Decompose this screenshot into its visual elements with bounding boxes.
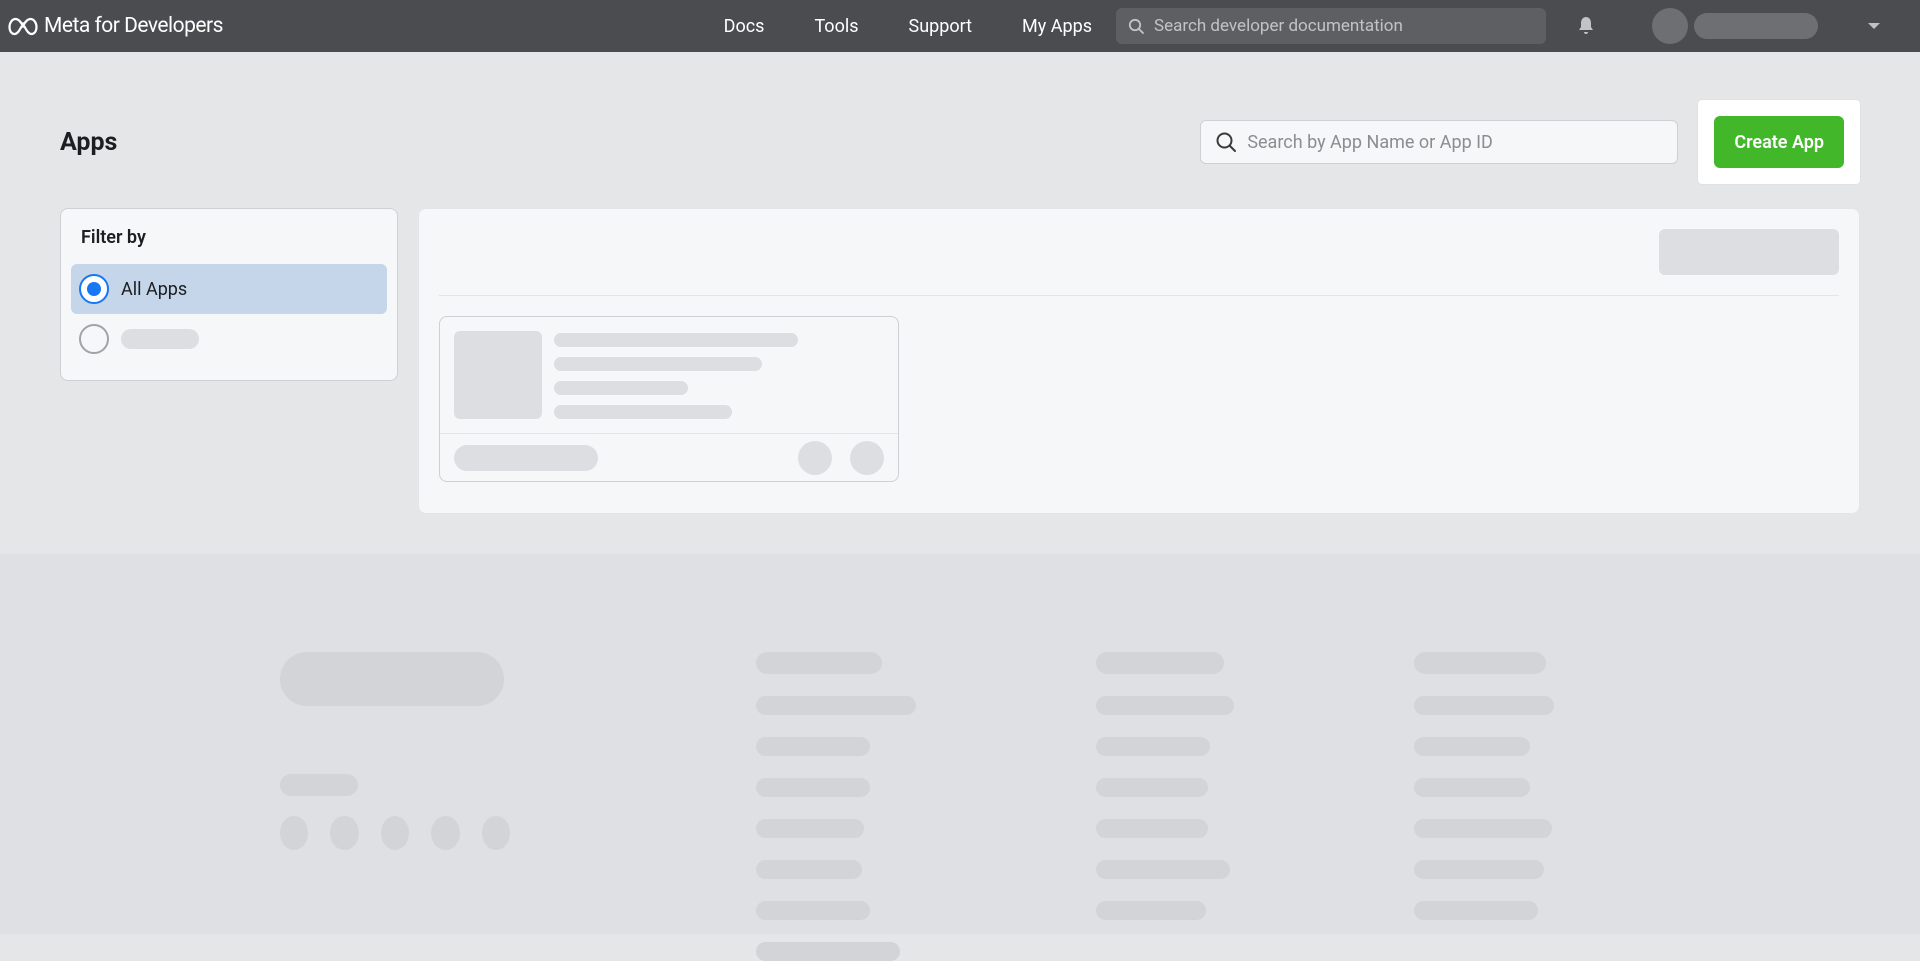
app-search-box[interactable]: [1200, 120, 1678, 164]
loading-placeholder: [756, 819, 864, 838]
footer-circles: [798, 441, 884, 475]
loading-placeholder: [756, 778, 870, 797]
meta-logo-icon: [8, 16, 38, 36]
loading-placeholder: [554, 405, 732, 419]
loading-placeholder: [1096, 652, 1224, 674]
topbar: Meta for Developers Docs Tools Support M…: [0, 0, 1920, 52]
loading-placeholder: [756, 737, 870, 756]
loading-placeholder: [1414, 696, 1554, 715]
app-search-input[interactable]: [1247, 132, 1663, 153]
nav-tools[interactable]: Tools: [814, 16, 858, 37]
loading-placeholder: [1414, 860, 1544, 879]
loading-placeholder: [1096, 737, 1210, 756]
page-title: Apps: [60, 128, 117, 157]
nav-support[interactable]: Support: [909, 16, 973, 37]
loading-placeholder: [756, 696, 916, 715]
loading-placeholder: [1096, 860, 1230, 879]
top-search-input[interactable]: [1154, 16, 1534, 36]
loading-placeholder: [554, 333, 798, 347]
account-menu-caret-icon[interactable]: [1868, 23, 1880, 29]
apps-panel-top: [439, 229, 1839, 296]
loading-placeholder: [280, 652, 504, 706]
loading-placeholder: [756, 860, 862, 879]
loading-placeholder: [482, 816, 510, 850]
filter-item-all-apps[interactable]: All Apps: [71, 264, 387, 314]
footer-socials: [280, 816, 510, 850]
radio-icon: [79, 274, 109, 304]
loading-placeholder: [554, 357, 762, 371]
notifications-button[interactable]: [1566, 6, 1606, 46]
filter-label: All Apps: [121, 279, 187, 300]
app-card-footer: [440, 433, 898, 481]
loading-placeholder: [1414, 901, 1538, 920]
username-placeholder: [1694, 13, 1818, 39]
footer-link-column: [1414, 652, 1554, 961]
loading-placeholder: [850, 441, 884, 475]
loading-placeholder: [121, 329, 199, 349]
loading-placeholder: [756, 901, 870, 920]
loading-placeholder: [280, 816, 308, 850]
search-icon: [1128, 18, 1144, 34]
radio-icon: [79, 324, 109, 354]
loading-placeholder: [1096, 696, 1234, 715]
filter-item-loading: [71, 314, 387, 364]
filter-title: Filter by: [71, 227, 387, 248]
app-card-body: [440, 317, 898, 433]
loading-placeholder: [1096, 901, 1206, 920]
loading-placeholder: [756, 942, 900, 961]
loading-placeholder: [1414, 652, 1546, 674]
loading-placeholder: [798, 441, 832, 475]
loading-placeholder: [756, 652, 882, 674]
nav-my-apps[interactable]: My Apps: [1022, 16, 1092, 37]
app-icon-placeholder: [454, 331, 542, 419]
loading-placeholder: [1096, 778, 1208, 797]
loading-placeholder: [280, 774, 358, 796]
loading-placeholder: [1414, 737, 1530, 756]
loading-placeholder: [454, 445, 598, 471]
footer-link-column: [1096, 652, 1234, 961]
loading-placeholder: [1414, 819, 1552, 838]
logo-text: Meta for Developers: [44, 14, 223, 38]
create-app-highlight: Create App: [1698, 100, 1860, 184]
loading-placeholder: [381, 816, 409, 850]
top-search-box[interactable]: [1116, 8, 1546, 44]
filter-card: Filter by All Apps: [60, 208, 398, 381]
logo[interactable]: Meta for Developers: [8, 14, 223, 38]
header-row: Apps Create App: [0, 52, 1920, 208]
search-icon: [1215, 131, 1237, 153]
nav-links: Docs Tools Support My Apps: [724, 16, 1092, 37]
footer-loading-region: [0, 554, 1920, 934]
app-card[interactable]: [439, 316, 899, 482]
apps-panel: [418, 208, 1860, 514]
nav-docs[interactable]: Docs: [724, 16, 765, 37]
footer-link-column: [756, 652, 916, 961]
loading-placeholder: [554, 381, 688, 395]
bell-icon: [1575, 15, 1597, 37]
loading-placeholder: [1414, 778, 1530, 797]
loading-placeholder: [1096, 819, 1208, 838]
create-app-button[interactable]: Create App: [1714, 116, 1844, 168]
sort-placeholder: [1659, 229, 1839, 275]
app-lines: [554, 331, 798, 419]
loading-placeholder: [330, 816, 358, 850]
avatar[interactable]: [1652, 8, 1688, 44]
loading-placeholder: [431, 816, 459, 850]
